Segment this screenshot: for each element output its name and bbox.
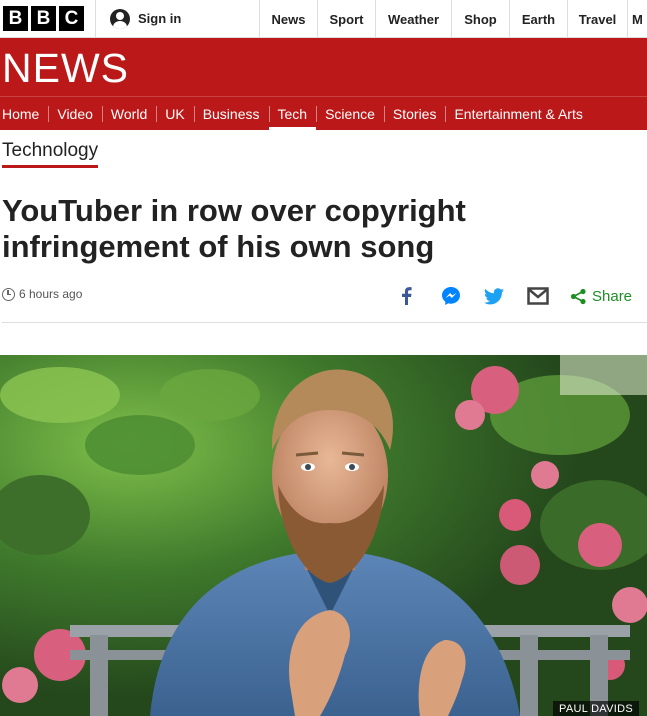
nav-item-entertainment-arts[interactable]: Entertainment & Arts bbox=[445, 97, 591, 130]
share-label: Share bbox=[592, 287, 633, 305]
top-link-shop[interactable]: Shop bbox=[452, 0, 510, 38]
share-icon bbox=[570, 288, 586, 304]
logo-letter: B bbox=[3, 6, 28, 31]
logo-letter: C bbox=[59, 6, 84, 31]
top-link-more[interactable]: M bbox=[628, 0, 642, 38]
nav-item-video[interactable]: Video bbox=[48, 97, 102, 130]
sign-in-label: Sign in bbox=[138, 11, 182, 26]
logo-letter: B bbox=[31, 6, 56, 31]
section-nav: Home Video World UK Business Tech Scienc… bbox=[0, 96, 647, 130]
bbc-logo[interactable]: B B C bbox=[0, 0, 96, 37]
timestamp: 6 hours ago bbox=[19, 287, 83, 301]
news-logo[interactable]: NEWS bbox=[2, 45, 129, 92]
nav-item-science[interactable]: Science bbox=[316, 97, 384, 130]
sign-in-link[interactable]: Sign in bbox=[96, 0, 260, 37]
nav-item-home[interactable]: Home bbox=[0, 97, 48, 130]
image-caption: PAUL DAVIDS bbox=[553, 701, 640, 716]
bbc-top-bar: B B C Sign in News Sport Weather Shop Ea… bbox=[0, 0, 647, 38]
top-link-news[interactable]: News bbox=[260, 0, 318, 38]
nav-item-business[interactable]: Business bbox=[193, 97, 269, 130]
divider bbox=[2, 322, 647, 323]
top-link-earth[interactable]: Earth bbox=[510, 0, 568, 38]
email-icon[interactable] bbox=[526, 282, 550, 310]
nav-item-uk[interactable]: UK bbox=[156, 97, 193, 130]
messenger-icon[interactable] bbox=[438, 282, 464, 310]
facebook-icon[interactable] bbox=[394, 282, 418, 310]
top-links: News Sport Weather Shop Earth Travel M bbox=[260, 0, 642, 38]
twitter-icon[interactable] bbox=[482, 282, 506, 310]
section-label[interactable]: Technology bbox=[2, 140, 99, 168]
article-meta: 6 hours ago bbox=[2, 287, 82, 301]
nav-item-world[interactable]: World bbox=[101, 97, 156, 130]
news-banner: NEWS bbox=[0, 38, 647, 96]
top-link-travel[interactable]: Travel bbox=[568, 0, 628, 38]
article-hero-image bbox=[0, 355, 647, 716]
clock-icon bbox=[2, 287, 15, 301]
hero-photo-illustration bbox=[0, 355, 647, 716]
article-headline: YouTuber in row over copyright infringem… bbox=[2, 193, 466, 264]
nav-item-tech[interactable]: Tech bbox=[268, 97, 317, 130]
top-link-sport[interactable]: Sport bbox=[318, 0, 376, 38]
top-link-weather[interactable]: Weather bbox=[376, 0, 452, 38]
account-icon bbox=[110, 8, 130, 29]
nav-item-stories[interactable]: Stories bbox=[383, 97, 446, 130]
share-button[interactable]: Share bbox=[570, 282, 632, 310]
